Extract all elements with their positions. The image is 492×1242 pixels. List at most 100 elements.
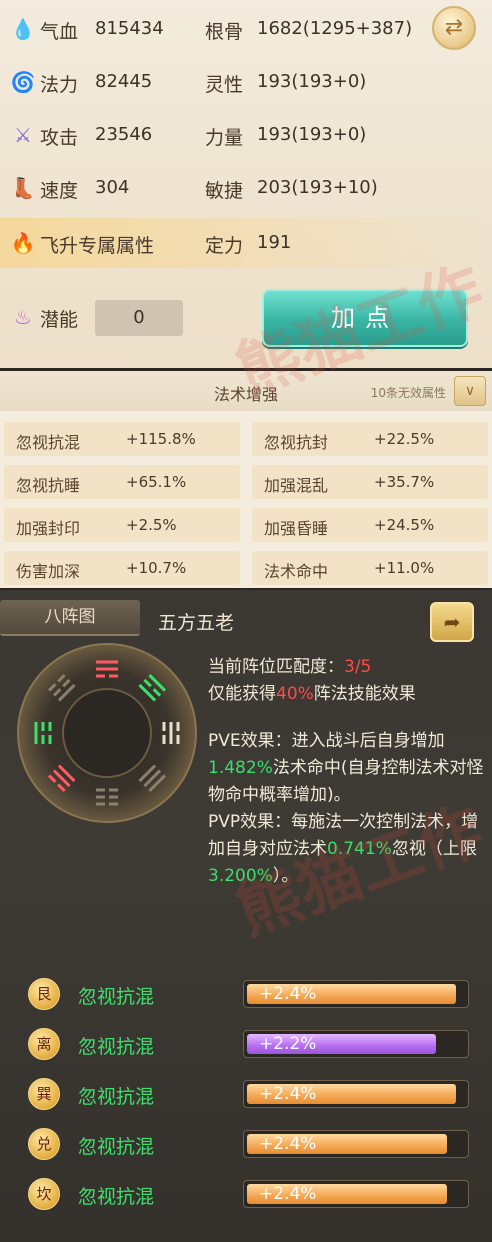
attr-value: 1682(1295+387) [257,18,413,39]
pvp-pct: 0.741% [327,839,392,859]
blood-drop-icon: 💧 [10,17,36,41]
pvp-text-3: ）。 [272,866,299,886]
bonus-label: 忽视抗混 [78,1186,155,1208]
attr-row-attack: ⚔ 攻击 23546 力量 193(193+0) [0,110,492,160]
attr-row-mp: 🌀 法力 82445 灵性 193(193+0) [0,57,492,107]
effect-suffix: 阵法技能效果 [313,684,416,704]
pve-pct: 1.482% [208,758,273,778]
attr-value: 815434 [95,18,164,39]
bonus-bar: +2.4% [243,980,469,1008]
bonus-row: 坎 忽视抗混 +2.4% [0,1174,492,1214]
spell-value: +24.5% [374,516,435,534]
wheel-hub [62,688,152,778]
match-value: 3/5 [344,657,372,677]
attr-label: 灵性 [205,74,244,96]
spell-name: 加强混乱 [264,476,329,495]
attr-label: 速度 [40,180,79,202]
spell-enhance-header: 法术增强 10条无效属性 ∨ [0,371,492,411]
ascend-attr-label[interactable]: 飞升专属属性 [40,231,154,258]
attr-value: 193(193+0) [257,71,367,92]
attr-row-speed: 👢 速度 304 敏捷 203(193+10) [0,163,492,213]
bonus-label: 忽视抗混 [78,1136,155,1158]
attr-value: 193(193+0) [257,124,367,145]
pve-text: PVE效果：进入战斗后自身增加 [208,731,445,751]
pve-effect: PVE效果：进入战斗后自身增加1.482%法术命中(自身控制法术对怪物命中概率增… [208,728,486,809]
attr-label: 攻击 [40,127,79,149]
bonus-bar: +2.4% [243,1130,469,1158]
attr-label: 敏捷 [205,180,244,202]
formation-info: 当前阵位匹配度：3/5 仅能获得40%阵法技能效果 PVE效果：进入战斗后自身增… [208,654,486,890]
spell-name: 忽视抗睡 [16,476,81,495]
tab-eight-formation[interactable]: 八阵图 [0,600,140,636]
trigram-badge: 坎 [28,1178,60,1210]
bonus-label: 忽视抗混 [78,986,155,1008]
bonus-row: 兑 忽视抗混 +2.4% [0,1124,492,1164]
boot-icon: 👢 [10,176,36,200]
spell-cell: 忽视抗睡 +65.1% [4,465,240,499]
potential-value: 0 [95,300,183,336]
bonus-bar: +2.4% [243,1180,469,1208]
spell-name: 加强昏睡 [264,519,329,538]
spell-name: 法术命中 [264,562,329,581]
bonus-label: 忽视抗混 [78,1086,155,1108]
effect-prefix: 仅能获得 [208,684,276,704]
spell-cell: 法术命中 +11.0% [252,551,488,585]
bonus-value: +2.4% [259,1184,317,1204]
attr-label: 定力 [205,235,244,257]
bagua-wheel [17,643,197,823]
attr-row-ascend[interactable]: 🔥 飞升专属属性 定力 191 [0,218,492,268]
spell-value: +2.5% [126,516,177,534]
spell-cell: 伤害加深 +10.7% [4,551,240,585]
match-line: 当前阵位匹配度：3/5 [208,654,486,681]
attr-value: 23546 [95,124,153,145]
spell-cell: 忽视抗混 +115.8% [4,422,240,456]
spell-enhance-panel: 法术增强 10条无效属性 ∨ 忽视抗混 +115.8% 忽视抗封 +22.5% … [0,371,492,588]
attr-value: 304 [95,177,130,198]
bonus-row: 艮 忽视抗混 +2.4% [0,974,492,1014]
share-button[interactable]: ➦ [430,602,474,642]
attr-row-hp: 💧 气血 815434 根骨 1682(1295+387) [0,4,492,54]
swap-scheme-button[interactable]: ⇄ [432,6,476,50]
bonus-value: +2.4% [259,1134,317,1154]
formation-name: 五方五老 [158,612,235,634]
bonus-bar: +2.4% [243,1080,469,1108]
bonus-value: +2.4% [259,984,317,1004]
sword-icon: ⚔ [14,123,32,147]
spell-value: +10.7% [126,559,187,577]
bonus-bar: +2.2% [243,1030,469,1058]
effect-pct: 40% [276,684,314,704]
spell-value: +11.0% [374,559,435,577]
share-icon: ➦ [443,610,461,634]
bonus-label: 忽视抗混 [78,1036,155,1058]
pvp-cap: 3.200% [208,866,273,886]
match-label: 当前阵位匹配度： [208,657,344,677]
spell-cell: 加强封印 +2.5% [4,508,240,542]
bonus-value: +2.2% [259,1034,317,1054]
spell-value: +22.5% [374,430,435,448]
spell-value: +65.1% [126,473,187,491]
spell-name: 忽视抗混 [16,433,81,452]
potential-spirit-icon: ♨ [14,305,32,329]
attr-label: 气血 [40,21,79,43]
add-point-button[interactable]: 加点 [262,289,468,347]
swap-icon: ⇄ [444,15,464,40]
spell-cell: 加强混乱 +35.7% [252,465,488,499]
attribute-panel: 💧 气血 815434 根骨 1682(1295+387) 🌀 法力 82445… [0,0,492,368]
attr-label: 根骨 [205,21,244,43]
trigram-badge: 离 [28,1028,60,1060]
attr-label: 法力 [40,74,79,96]
spell-value: +35.7% [374,473,435,491]
bonus-row: 离 忽视抗混 +2.2% [0,1024,492,1064]
spell-cell: 忽视抗封 +22.5% [252,422,488,456]
spell-name: 伤害加深 [16,562,81,581]
invalid-attr-note: 10条无效属性 [370,386,446,400]
expand-toggle-button[interactable]: ∨ [454,376,486,406]
attr-value: 203(193+10) [257,177,378,198]
flame-lotus-icon: 🔥 [10,231,36,255]
trigram-badge: 艮 [28,978,60,1010]
spell-name: 忽视抗封 [264,433,329,452]
potential-label: 潜能 [40,309,79,331]
mana-swirl-icon: 🌀 [10,70,36,94]
spell-cell: 加强昏睡 +24.5% [252,508,488,542]
trigram-badge: 兑 [28,1128,60,1160]
